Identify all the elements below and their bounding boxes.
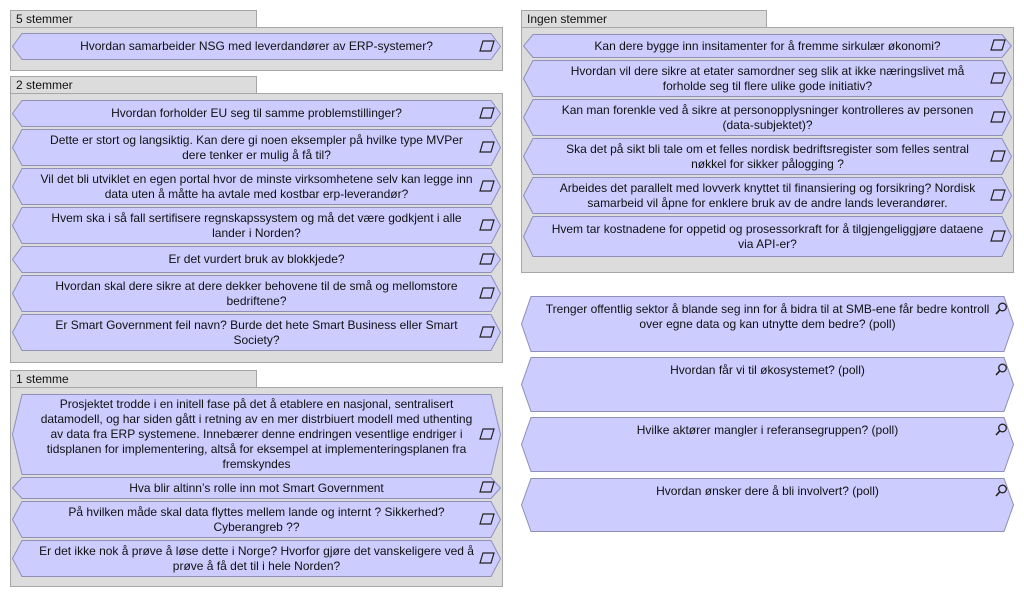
- group-5-stemmer: 5 stemmer Hvordan samarbeider NSG med le…: [10, 10, 503, 71]
- poll-question-text: Hvilke aktører mangler i referansegruppe…: [636, 423, 899, 437]
- question-card[interactable]: Dette er stort og langsiktig. Kan dere g…: [12, 129, 501, 166]
- question-card[interactable]: Hvordan samarbeider NSG med leverdandøre…: [12, 33, 501, 60]
- magnifier-icon[interactable]: [995, 302, 1008, 315]
- question-text: Kan man forenkle ved å sikre at personop…: [561, 102, 974, 132]
- question-text: Hvem ska i så fall sertifisere regnskaps…: [51, 210, 462, 240]
- parallelogram-icon[interactable]: [990, 71, 1006, 84]
- question-card[interactable]: Hvordan skal dere sikre at dere dekker b…: [12, 275, 501, 312]
- question-text: Er Smart Government feil navn? Burde det…: [55, 317, 458, 347]
- question-text: Hvordan samarbeider NSG med leverdandøre…: [80, 39, 433, 53]
- question-card[interactable]: Hvem ska i så fall sertifisere regnskaps…: [12, 207, 501, 244]
- poll-question-text: Trenger offentlig sektor å blande seg in…: [545, 302, 990, 331]
- question-text: Kan dere bygge inn insitamenter for å fr…: [594, 38, 941, 53]
- question-card[interactable]: Hvem tar kostnadene for oppetid og prose…: [523, 216, 1012, 257]
- question-card[interactable]: Er Smart Government feil navn? Burde det…: [12, 314, 501, 351]
- parallelogram-icon[interactable]: [990, 149, 1006, 162]
- question-text: Hvordan skal dere sikre at dere dekker b…: [55, 278, 458, 308]
- parallelogram-icon[interactable]: [479, 140, 495, 153]
- question-card[interactable]: Prosjektet trodde i en initell fase på d…: [12, 394, 501, 475]
- group-ingen-stemmer: Ingen stemmer Kan dere bygge inn insitam…: [521, 10, 1014, 273]
- group-1-stemme: 1 stemme Prosjektet trodde i en initell …: [10, 370, 503, 587]
- group-title: 2 stemmer: [10, 76, 257, 94]
- magnifier-icon[interactable]: [995, 363, 1008, 376]
- question-text: Hvordan forholder EU seg til samme probl…: [111, 106, 402, 120]
- question-card[interactable]: Vil det bli utviklet en egen portal hvor…: [12, 168, 501, 205]
- question-text: På hvilken måde skal data flyttes mellem…: [68, 504, 445, 534]
- question-card[interactable]: Hvordan forholder EU seg til samme probl…: [12, 100, 501, 127]
- parallelogram-icon[interactable]: [479, 551, 495, 564]
- parallelogram-icon[interactable]: [479, 218, 495, 231]
- parallelogram-icon[interactable]: [479, 179, 495, 192]
- question-text: Arbeides det parallelt med lovverk knytt…: [559, 180, 976, 210]
- magnifier-icon[interactable]: [995, 423, 1008, 436]
- parallelogram-icon[interactable]: [990, 39, 1006, 51]
- parallelogram-icon[interactable]: [479, 286, 495, 299]
- magnifier-icon[interactable]: [995, 484, 1008, 497]
- question-card[interactable]: Er det vurdert bruk av blokkjede?: [12, 246, 501, 273]
- question-text: Ska det på sikt bli tale om et felles no…: [566, 141, 969, 171]
- question-card[interactable]: Er det ikke nok å prøve å løse dette i N…: [12, 540, 501, 577]
- question-card[interactable]: Kan man forenkle ved å sikre at personop…: [523, 99, 1012, 136]
- question-card[interactable]: Hva blir altinn’s rolle inn mot Smart Go…: [12, 477, 501, 499]
- group-2-stemmer: 2 stemmer Hvordan forholder EU seg til s…: [10, 76, 503, 363]
- parallelogram-icon[interactable]: [479, 252, 495, 265]
- poll-card[interactable]: Hvordan ønsker dere å bli involvert? (po…: [521, 478, 1014, 532]
- question-card[interactable]: Hvordan vil dere sikre at etater samordn…: [523, 60, 1012, 97]
- question-text: Er det ikke nok å prøve å løse dette i N…: [39, 543, 474, 573]
- question-card[interactable]: På hvilken måde skal data flyttes mellem…: [12, 501, 501, 538]
- parallelogram-icon[interactable]: [479, 481, 495, 493]
- parallelogram-icon[interactable]: [479, 39, 495, 52]
- question-card[interactable]: Ska det på sikt bli tale om et felles no…: [523, 138, 1012, 175]
- question-text: Dette er stort og langsiktig. Kan dere g…: [50, 132, 463, 162]
- question-text: Er det vurdert bruk av blokkjede?: [168, 252, 345, 266]
- question-text: Hvem tar kostnadene for oppetid og prose…: [551, 221, 984, 251]
- poll-card[interactable]: Trenger offentlig sektor å blande seg in…: [521, 296, 1014, 352]
- group-title: 1 stemme: [10, 370, 257, 388]
- poll-card[interactable]: Hvilke aktører mangler i referansegruppe…: [521, 417, 1014, 472]
- parallelogram-icon[interactable]: [990, 229, 1006, 242]
- poll-card[interactable]: Hvordan får vi til økosystemet? (poll): [521, 357, 1014, 412]
- parallelogram-icon[interactable]: [990, 188, 1006, 201]
- group-title: Ingen stemmer: [521, 10, 767, 28]
- question-card[interactable]: Arbeides det parallelt med lovverk knytt…: [523, 177, 1012, 214]
- parallelogram-icon[interactable]: [990, 110, 1006, 123]
- question-text: Hva blir altinn’s rolle inn mot Smart Go…: [129, 480, 384, 495]
- parallelogram-icon[interactable]: [479, 106, 495, 119]
- parallelogram-icon[interactable]: [479, 427, 495, 440]
- question-text: Prosjektet trodde i en initell fase på d…: [40, 397, 473, 471]
- question-card[interactable]: Kan dere bygge inn insitamenter for å fr…: [523, 34, 1012, 58]
- question-text: Hvordan vil dere sikre at etater samordn…: [570, 63, 965, 93]
- poll-question-text: Hvordan får vi til økosystemet? (poll): [670, 363, 865, 377]
- poll-question-text: Hvordan ønsker dere å bli involvert? (po…: [656, 484, 879, 498]
- group-title: 5 stemmer: [10, 10, 257, 28]
- parallelogram-icon[interactable]: [479, 325, 495, 338]
- parallelogram-icon[interactable]: [479, 512, 495, 525]
- question-text: Vil det bli utviklet en egen portal hvor…: [40, 171, 473, 201]
